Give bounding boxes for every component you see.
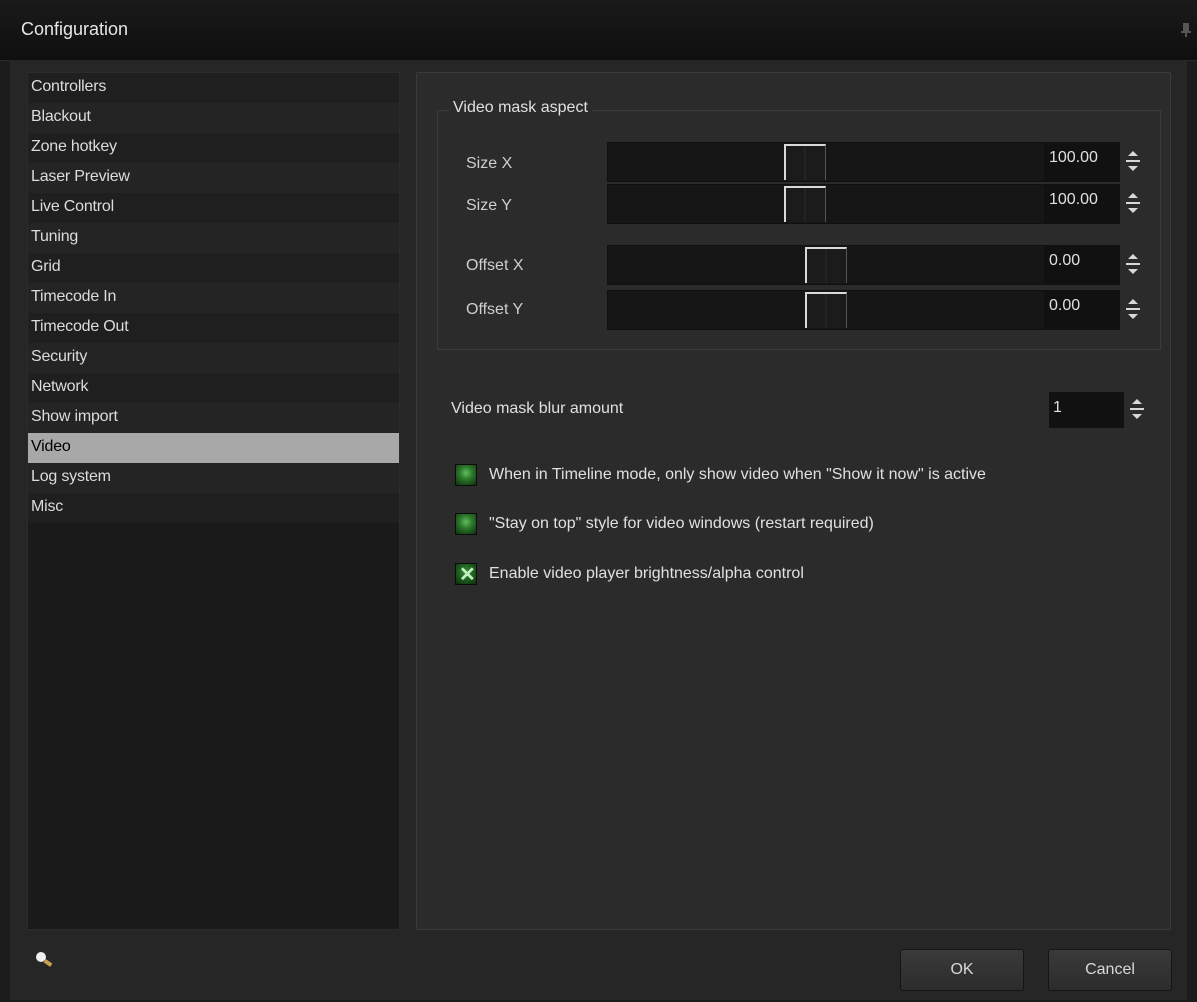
spin-divider xyxy=(1130,408,1144,410)
sidebar-item-show-import[interactable]: Show import xyxy=(28,403,399,433)
offset-x-slider[interactable] xyxy=(607,245,1045,285)
timeline-show-video-checkbox[interactable] xyxy=(455,464,477,486)
blur-value[interactable]: 1 xyxy=(1049,392,1124,428)
offset-y-value[interactable]: 0.00 xyxy=(1045,290,1120,330)
blur-label: Video mask blur amount xyxy=(451,400,624,417)
sidebar-item-misc[interactable]: Misc xyxy=(28,493,399,523)
size-y-label: Size Y xyxy=(466,197,512,214)
spin-down-icon[interactable] xyxy=(1128,208,1138,213)
size-x-slider[interactable] xyxy=(607,142,1045,182)
offset-y-slider-thumb[interactable] xyxy=(805,292,847,328)
sidebar-item-live-control[interactable]: Live Control xyxy=(28,193,399,223)
sidebar-item-timecode-in[interactable]: Timecode In xyxy=(28,283,399,313)
size-x-value[interactable]: 100.00 xyxy=(1045,142,1120,182)
offset-y-label: Offset Y xyxy=(466,301,524,318)
sidebar-item-laser-preview[interactable]: Laser Preview xyxy=(28,163,399,193)
group-title: Video mask aspect xyxy=(449,99,592,117)
spin-down-icon[interactable] xyxy=(1132,414,1142,419)
offset-y-slider[interactable] xyxy=(607,290,1045,330)
pin-icon[interactable] xyxy=(1181,23,1191,37)
sidebar-item-zone-hotkey[interactable]: Zone hotkey xyxy=(28,133,399,163)
spin-up-icon[interactable] xyxy=(1128,151,1138,156)
stay-on-top-checkbox[interactable] xyxy=(455,513,477,535)
offset-x-label: Offset X xyxy=(466,257,524,274)
ok-button[interactable]: OK xyxy=(900,949,1024,991)
window-title: Configuration xyxy=(21,19,129,39)
spin-divider xyxy=(1126,160,1140,162)
size-x-label: Size X xyxy=(466,155,513,172)
title-bar: Configuration xyxy=(0,0,1197,61)
spin-divider xyxy=(1126,202,1140,204)
help-magnifier-icon[interactable] xyxy=(33,949,57,973)
size-x-slider-thumb[interactable] xyxy=(784,144,826,180)
spin-down-icon[interactable] xyxy=(1128,314,1138,319)
sidebar-item-timecode-out[interactable]: Timecode Out xyxy=(28,313,399,343)
spin-divider xyxy=(1126,308,1140,310)
size-y-slider-thumb[interactable] xyxy=(784,186,826,222)
sidebar-item-tuning[interactable]: Tuning xyxy=(28,223,399,253)
brightness-alpha-label: Enable video player brightness/alpha con… xyxy=(489,565,804,582)
blur-spinner[interactable] xyxy=(1128,394,1148,426)
sidebar-item-log-system[interactable]: Log system xyxy=(28,463,399,493)
cancel-button[interactable]: Cancel xyxy=(1048,949,1172,991)
spin-down-icon[interactable] xyxy=(1128,269,1138,274)
spin-down-icon[interactable] xyxy=(1128,166,1138,171)
spin-up-icon[interactable] xyxy=(1132,399,1142,404)
spin-up-icon[interactable] xyxy=(1128,299,1138,304)
sidebar-item-blackout[interactable]: Blackout xyxy=(28,103,399,133)
check-mark-icon: ✕ xyxy=(459,564,476,586)
sidebar-item-network[interactable]: Network xyxy=(28,373,399,403)
size-y-value[interactable]: 100.00 xyxy=(1045,184,1120,224)
offset-x-slider-thumb[interactable] xyxy=(805,247,847,283)
offset-x-value[interactable]: 0.00 xyxy=(1045,245,1120,285)
spin-divider xyxy=(1126,263,1140,265)
sidebar-item-security[interactable]: Security xyxy=(28,343,399,373)
sidebar-item-controllers[interactable]: Controllers xyxy=(28,73,399,103)
size-x-spinner[interactable] xyxy=(1124,146,1144,178)
spin-up-icon[interactable] xyxy=(1128,193,1138,198)
size-y-spinner[interactable] xyxy=(1124,188,1144,220)
offset-x-spinner[interactable] xyxy=(1124,249,1144,281)
sidebar-item-grid[interactable]: Grid xyxy=(28,253,399,283)
sidebar-item-video[interactable]: Video xyxy=(28,433,399,463)
offset-y-spinner[interactable] xyxy=(1124,294,1144,326)
category-list[interactable]: Controllers Blackout Zone hotkey Laser P… xyxy=(27,72,400,930)
brightness-alpha-checkbox[interactable]: ✕ xyxy=(455,563,477,586)
size-y-slider[interactable] xyxy=(607,184,1045,224)
timeline-show-video-label: When in Timeline mode, only show video w… xyxy=(489,466,986,483)
spin-up-icon[interactable] xyxy=(1128,254,1138,259)
stay-on-top-label: "Stay on top" style for video windows (r… xyxy=(489,515,874,532)
